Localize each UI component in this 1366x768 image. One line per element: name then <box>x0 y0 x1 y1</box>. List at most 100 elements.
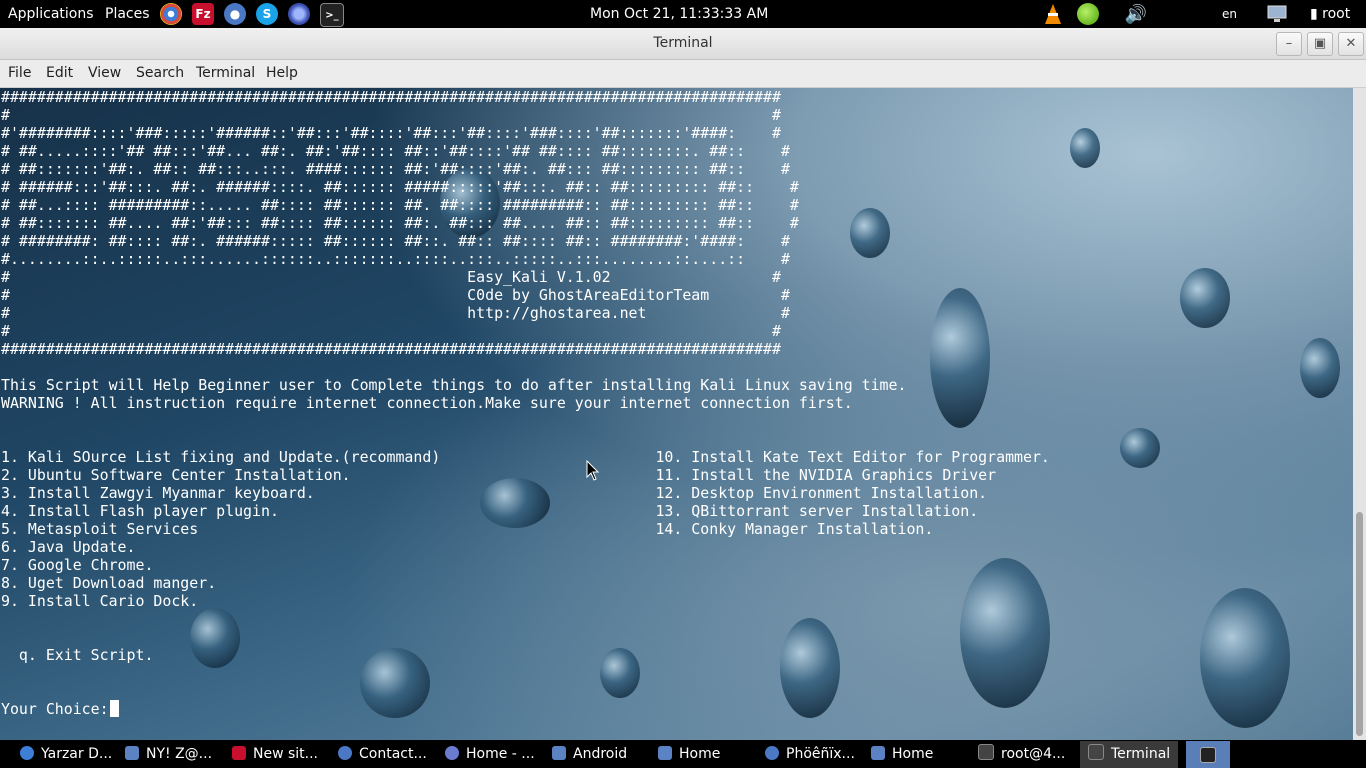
keyboard-layout[interactable]: en <box>1222 0 1237 28</box>
terminal-line: # ##::::::: ##.... ##:'##::: ##:::: ##::… <box>1 214 799 232</box>
menu-help[interactable]: Help <box>266 60 298 87</box>
prompt-label: Your Choice: <box>1 700 109 718</box>
chat-bubble-icon: ▮ <box>1310 6 1318 22</box>
pidgin-icon <box>338 746 352 760</box>
terminal-line: 7. Google Chrome. <box>1 556 154 574</box>
pidgin-icon[interactable]: ● <box>224 3 246 25</box>
terminal-scrollbar[interactable] <box>1353 88 1366 740</box>
vlc-icon[interactable] <box>1042 3 1064 25</box>
terminal-line: # ######:::'##:::. ##:. ######::::. ##::… <box>1 178 799 196</box>
taskbar-item[interactable]: New sit... <box>232 741 318 768</box>
taskbar-item[interactable]: root@4... <box>978 741 1065 768</box>
water-drop <box>190 608 240 668</box>
terminal-line: This Script will Help Beginner user to C… <box>1 376 907 394</box>
top-panel: Applications Places Fz ● S >_ Mon Oct 21… <box>0 0 1366 28</box>
text-cursor <box>109 700 119 717</box>
user-name: root <box>1322 6 1351 22</box>
terminal-line: # http://ghostarea.net # <box>1 304 790 322</box>
close-icon: ✕ <box>1345 36 1357 51</box>
user-menu[interactable]: ▮ root <box>1310 0 1350 28</box>
terminal-icon <box>1088 744 1104 760</box>
menubar: File Edit View Search Terminal Help <box>0 60 1366 88</box>
terminal-output[interactable]: ########################################… <box>0 88 1353 740</box>
menu-search[interactable]: Search <box>136 60 184 87</box>
firefox-icon[interactable] <box>288 3 310 25</box>
taskbar-item[interactable]: Yarzar D... <box>20 741 112 768</box>
clock[interactable]: Mon Oct 21, 11:33:33 AM <box>590 0 768 28</box>
terminal-line: 2. Ubuntu Software Center Installation. … <box>1 466 997 484</box>
chrome-icon <box>20 746 34 760</box>
terminal-icon <box>978 744 994 760</box>
status-indicator-icon[interactable] <box>1077 3 1099 25</box>
water-drop <box>1120 428 1160 468</box>
chrome-icon[interactable] <box>160 3 182 25</box>
water-drop <box>1180 268 1230 328</box>
terminal-line: 1. Kali SOurce List fixing and Update.(r… <box>1 448 1050 466</box>
menu-edit[interactable]: Edit <box>46 60 73 87</box>
menu-view[interactable]: View <box>88 60 121 87</box>
workspace-switcher[interactable] <box>1186 741 1230 768</box>
water-drop <box>1300 338 1340 398</box>
water-drop <box>930 288 990 428</box>
water-drop <box>960 558 1050 708</box>
filezilla-icon[interactable]: Fz <box>192 3 214 25</box>
taskbar-item[interactable]: Phöêñïx... <box>765 741 855 768</box>
terminal-line: # C0de by GhostAreaEditorTeam # <box>1 286 790 304</box>
terminal-line: # ##...:::: #########::..... ##:::: ##::… <box>1 196 799 214</box>
terminal-line: q. Exit Script. <box>1 646 154 664</box>
window-title: Terminal <box>653 35 713 51</box>
terminal-line: #'########::::'###:::::'######::'##:::'#… <box>1 124 781 142</box>
network-icon[interactable] <box>1266 3 1288 25</box>
folder-icon <box>552 746 566 760</box>
terminal-line: # # <box>1 322 781 340</box>
filezilla-icon <box>232 746 246 760</box>
menu-file[interactable]: File <box>8 60 31 87</box>
window-titlebar[interactable]: Terminal – ▣ ✕ <box>0 28 1366 60</box>
terminal-line: WARNING ! All instruction require intern… <box>1 394 853 412</box>
minimize-button[interactable]: – <box>1276 32 1302 56</box>
water-drop <box>780 618 840 718</box>
scrollbar-thumb[interactable] <box>1356 512 1363 736</box>
mouse-pointer-icon <box>586 460 600 481</box>
terminal-line: 5. Metasploit Services 14. Conky Manager… <box>1 520 934 538</box>
taskbar-item[interactable]: Home - ... <box>445 741 535 768</box>
terminal-line: 3. Install Zawgyi Myanmar keyboard. 12. … <box>1 484 988 502</box>
taskbar-item[interactable]: Contact... <box>338 741 427 768</box>
home-folder-icon <box>658 746 672 760</box>
close-button[interactable]: ✕ <box>1338 32 1364 56</box>
maximize-icon: ▣ <box>1313 36 1327 51</box>
taskbar-item-active[interactable]: Terminal <box>1080 741 1179 768</box>
terminal-prompt-line[interactable]: Your Choice: <box>1 700 119 718</box>
terminal-line: 6. Java Update. <box>1 538 136 556</box>
terminal-line: # # <box>1 106 781 124</box>
menu-terminal[interactable]: Terminal <box>196 60 255 87</box>
taskbar-item[interactable]: NY! Z@... <box>125 741 212 768</box>
terminal-line: ########################################… <box>1 340 781 358</box>
terminal-icon[interactable]: >_ <box>320 3 344 27</box>
terminal-line: ########################################… <box>1 88 781 106</box>
terminal-line: # ########: ##:::: ##:. ######::::: ##::… <box>1 232 790 250</box>
water-drop <box>1070 128 1100 168</box>
places-menu[interactable]: Places <box>105 0 150 28</box>
terminal-line: # ##.....::::'## ##:::'##... ##:. ##:'##… <box>1 142 790 160</box>
home-folder-icon <box>871 746 885 760</box>
folder-icon <box>125 746 139 760</box>
water-drop <box>1200 588 1290 728</box>
terminal-line: 4. Install Flash player plugin. 13. QBit… <box>1 502 979 520</box>
taskbar: Yarzar D... NY! Z@... New sit... Contact… <box>0 741 1366 768</box>
terminal-line: #........::..:::::..:::......::::::..:::… <box>1 250 790 268</box>
terminal-icon <box>1200 747 1216 763</box>
water-drop <box>600 648 640 698</box>
terminal-line: 8. Uget Download manger. <box>1 574 217 592</box>
taskbar-item[interactable]: Home <box>871 741 933 768</box>
taskbar-item[interactable]: Android <box>552 741 627 768</box>
taskbar-item[interactable]: Home <box>658 741 720 768</box>
applications-menu[interactable]: Applications <box>8 0 94 28</box>
minimize-icon: – <box>1285 36 1293 51</box>
water-drop <box>360 648 430 718</box>
maximize-button[interactable]: ▣ <box>1307 32 1333 56</box>
terminal-line: # Easy_Kali V.1.02 # <box>1 268 781 286</box>
volume-icon[interactable]: 🔊 <box>1125 3 1147 25</box>
skype-icon[interactable]: S <box>256 3 278 25</box>
terminal-line: 9. Install Cario Dock. <box>1 592 199 610</box>
